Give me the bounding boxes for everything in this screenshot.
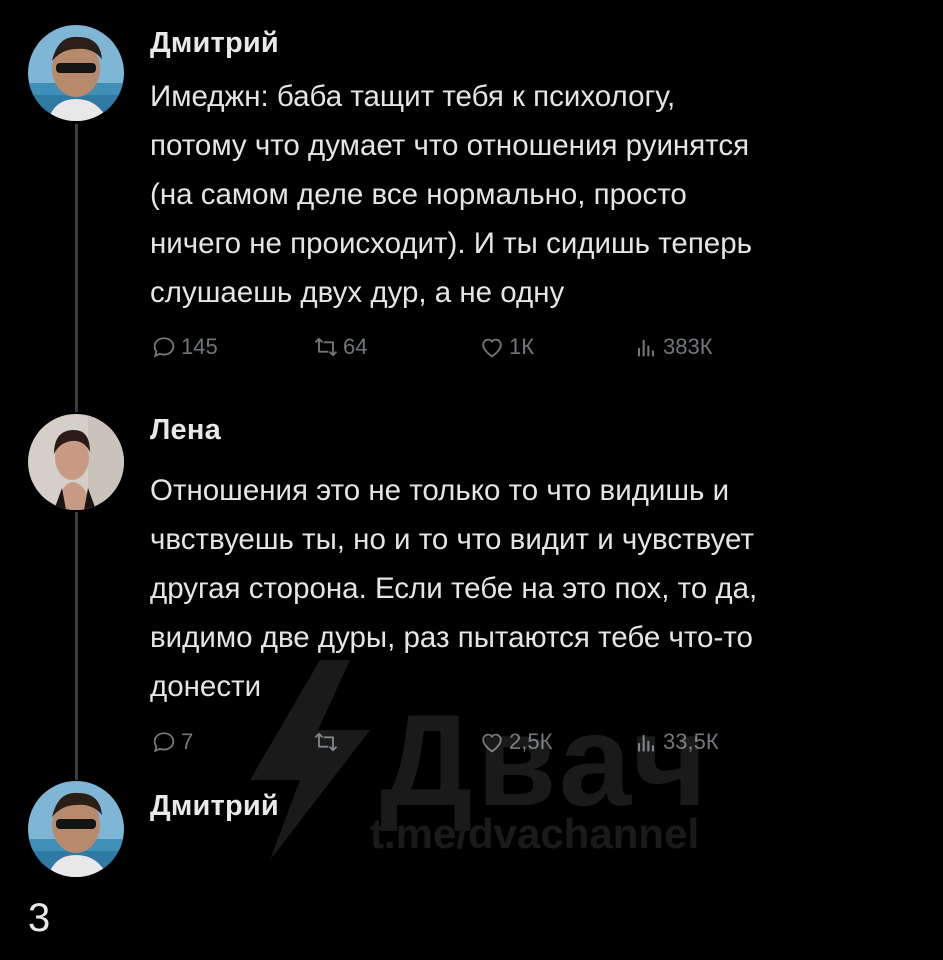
- avatar-dmitriy[interactable]: [28, 781, 124, 877]
- reply-count: 145: [181, 334, 218, 359]
- reply-count: 7: [181, 729, 194, 754]
- views-count: 33,5К: [663, 729, 719, 754]
- tweet-author[interactable]: Лена: [150, 414, 221, 447]
- reply-button[interactable]: 145: [150, 333, 218, 361]
- like-button[interactable]: 1К: [478, 333, 534, 361]
- like-button[interactable]: 2,5К: [478, 728, 552, 756]
- retweet-icon: [314, 337, 338, 357]
- retweet-button[interactable]: [312, 728, 343, 756]
- heart-icon: [482, 733, 502, 753]
- views-button[interactable]: 33,5К: [632, 728, 719, 756]
- page-number: 3: [28, 896, 51, 940]
- tweet-author[interactable]: Дмитрий: [150, 27, 279, 60]
- views-count: 383К: [663, 334, 713, 359]
- tweet-actions: 145 64 1К 383К: [150, 333, 770, 363]
- reply-icon: [153, 337, 175, 358]
- reply-button[interactable]: 7: [150, 728, 193, 756]
- thread-line-2: [75, 512, 78, 780]
- retweet-icon: [314, 732, 338, 752]
- tweet-text: Отношения это не только то что видишь и …: [150, 474, 758, 703]
- views-icon: [637, 340, 655, 357]
- like-count: 1К: [509, 334, 535, 359]
- tweet-author[interactable]: Дмитрий: [150, 790, 279, 823]
- tweet-text: Имеджн: баба тащит тебя к психологу, пот…: [150, 80, 752, 309]
- views-button[interactable]: 383К: [632, 333, 713, 361]
- retweet-count: 64: [343, 334, 368, 359]
- avatar-dmitriy[interactable]: [28, 25, 124, 121]
- reply-icon: [153, 732, 175, 753]
- watermark-url: t.me/dvachannel: [370, 810, 700, 857]
- retweet-button[interactable]: 64: [312, 333, 367, 361]
- tweet-actions: 7 2,5К 33,5К: [150, 728, 770, 758]
- avatar-lena[interactable]: [28, 414, 124, 510]
- views-icon: [637, 735, 655, 752]
- like-count: 2,5К: [509, 729, 553, 754]
- heart-icon: [482, 338, 502, 358]
- thread-line-1: [75, 124, 78, 412]
